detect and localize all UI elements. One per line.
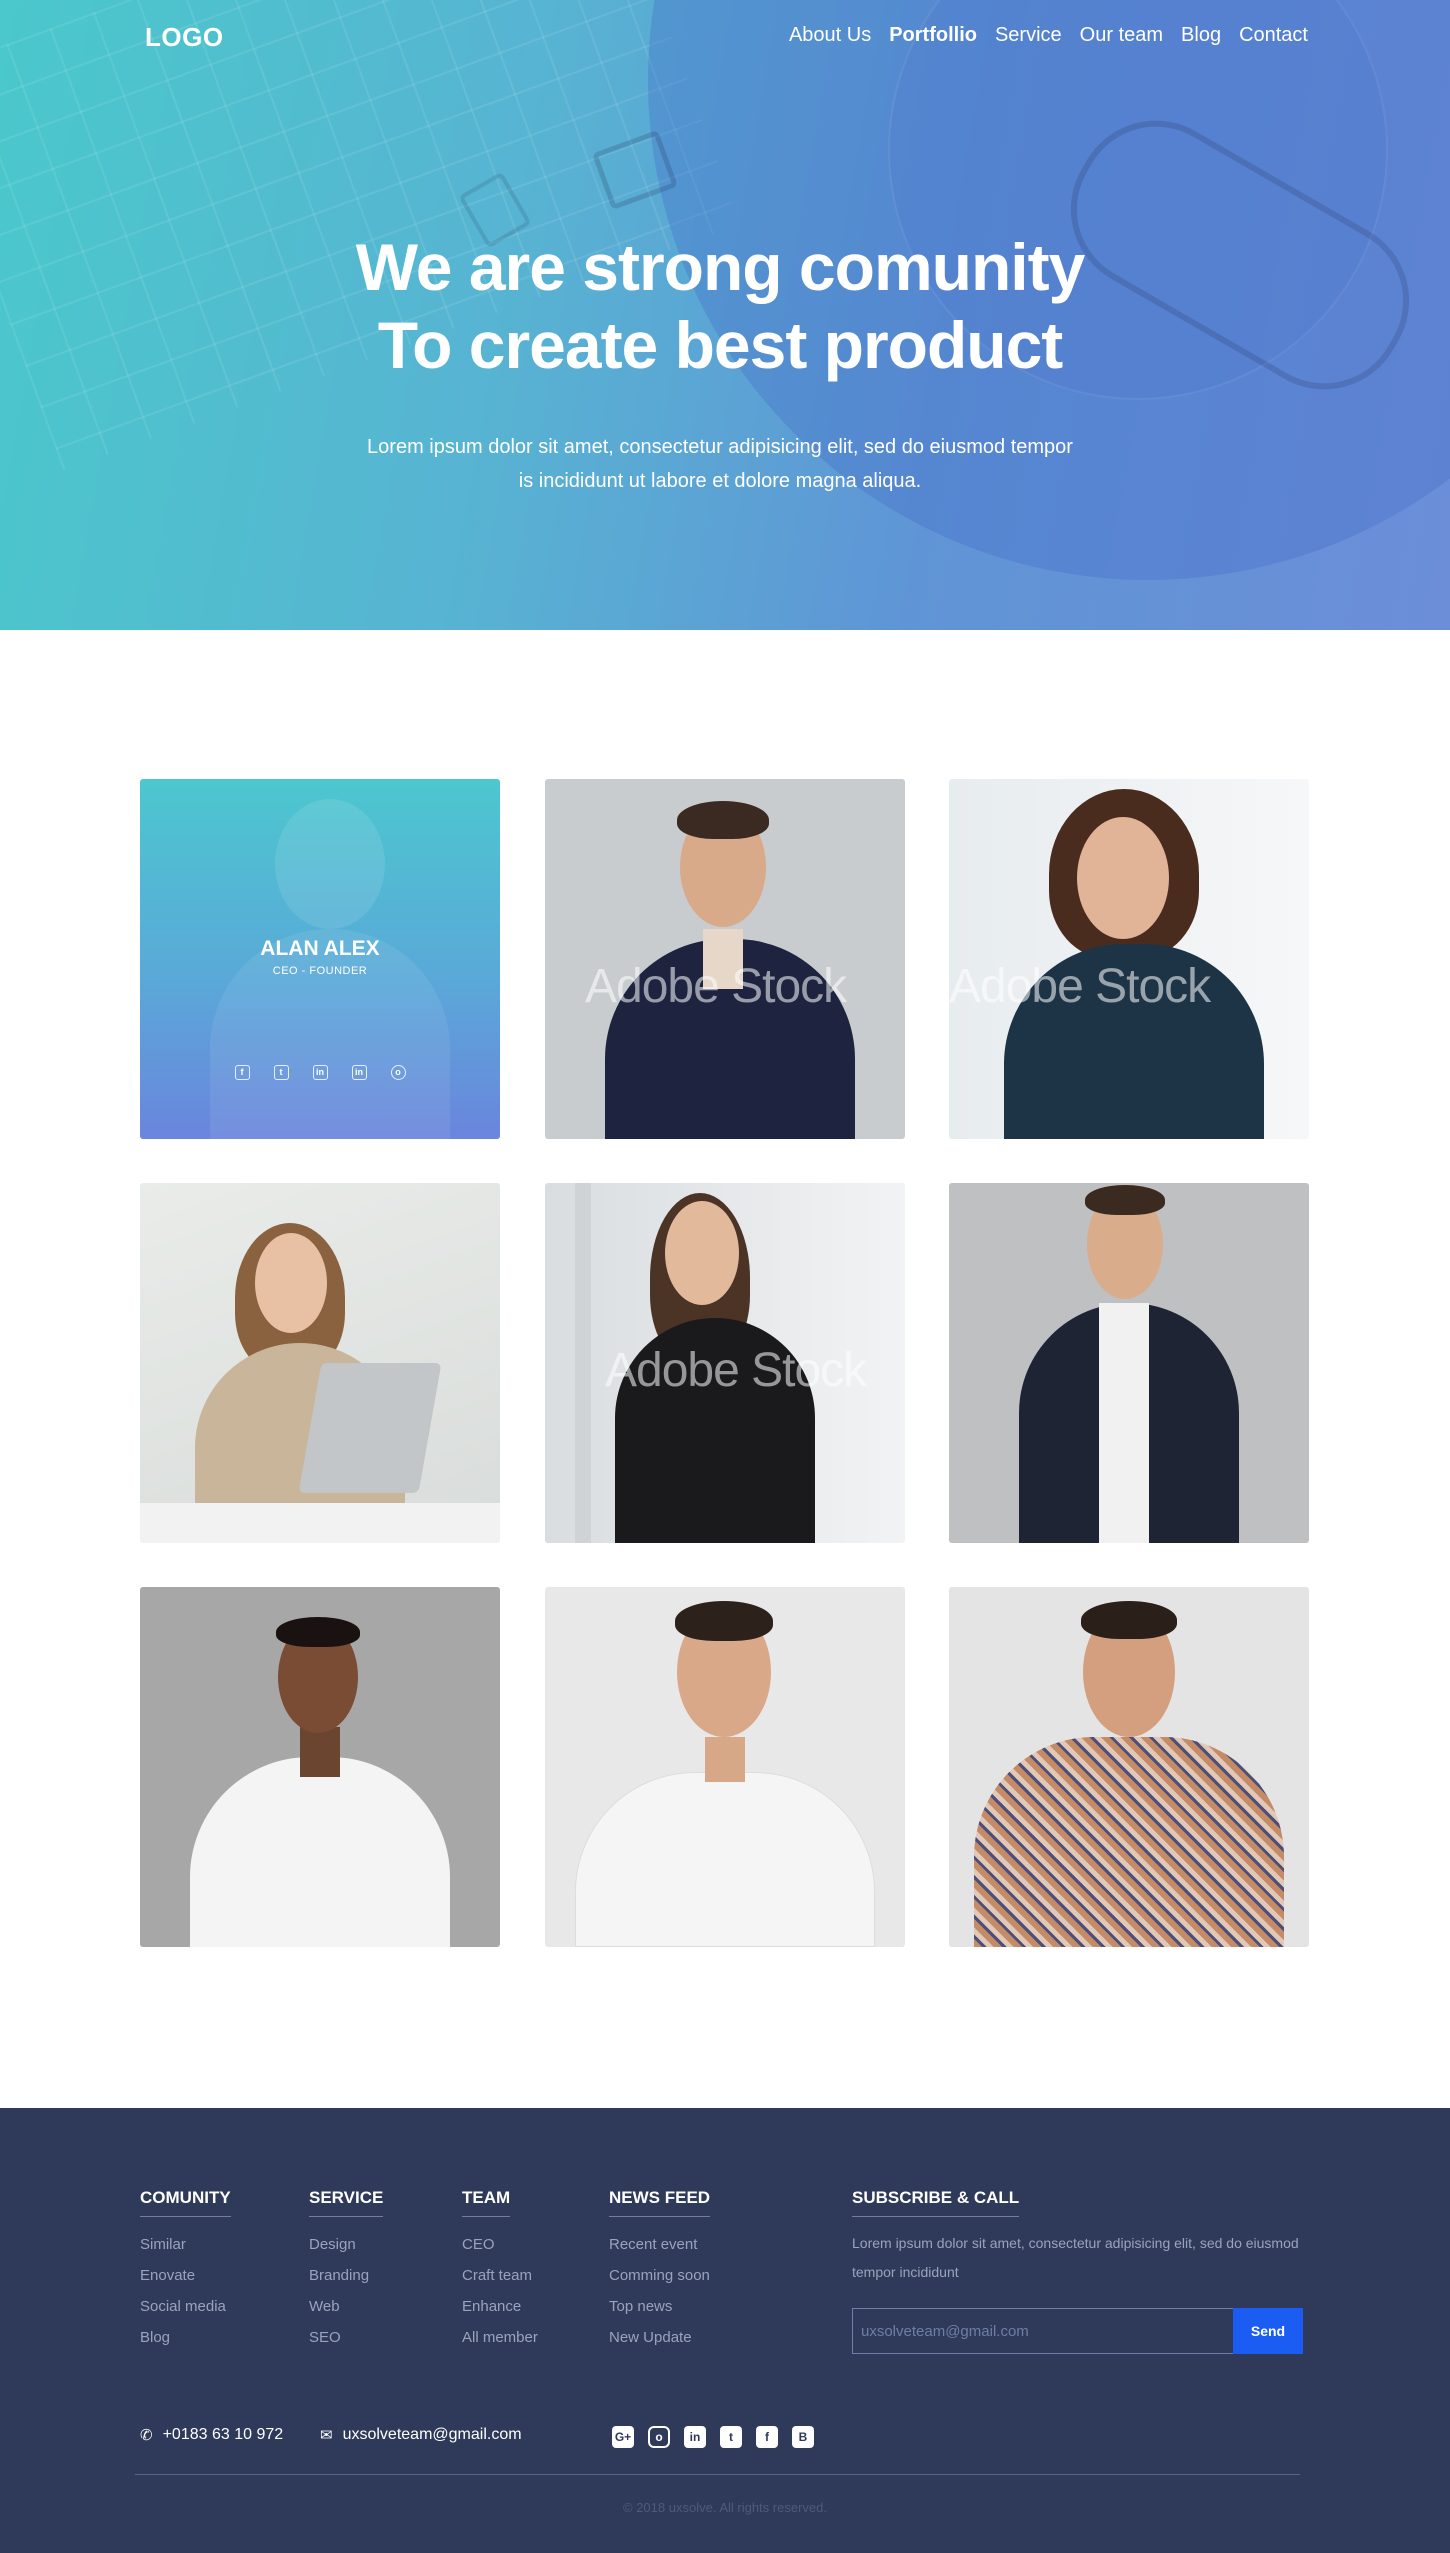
footer-link[interactable]: Enovate — [140, 2260, 231, 2291]
nav-item-blog[interactable]: Blog — [1181, 24, 1221, 47]
member-photo-overlay — [275, 799, 385, 929]
footer-col-title: SERVICE — [309, 2188, 384, 2217]
phone-icon: ✆ — [140, 2427, 153, 2444]
stock-watermark: Adobe Stock — [605, 1344, 867, 1397]
footer-divider — [135, 2474, 1300, 2475]
instagram-icon[interactable]: o — [648, 2426, 670, 2448]
footer-col-title: SUBSCRIBE & CALL — [852, 2188, 1020, 2217]
member-role: CEO - FOUNDER — [272, 965, 368, 977]
team-card[interactable]: Adobe Stock — [545, 779, 905, 1139]
member-photo — [545, 1587, 905, 1947]
footer-col-title: COMUNITY — [140, 2188, 231, 2217]
twitter-icon[interactable]: t — [720, 2426, 742, 2448]
team-card[interactable] — [545, 1587, 905, 1947]
copyright: © 2018 uxsolve. All rights reserved. — [623, 2500, 827, 2515]
footer-link[interactable]: Design — [309, 2229, 383, 2260]
contact-email[interactable]: ✉ uxsolveteam@gmail.com — [320, 2426, 522, 2444]
team-card[interactable] — [949, 1183, 1309, 1543]
nav-item-service[interactable]: Service — [995, 24, 1062, 47]
facebook-icon[interactable]: f — [756, 2426, 778, 2448]
footer-link[interactable]: CEO — [462, 2229, 538, 2260]
hero-title-line1: We are strong comunity — [355, 230, 1086, 304]
member-photo — [949, 1587, 1309, 1947]
hero-title: We are strong comunity To create best pr… — [200, 228, 1240, 384]
subscribe-form: Send — [852, 2308, 1303, 2354]
footer-col-comunity: COMUNITY Similar Enovate Social media Bl… — [140, 2188, 231, 2353]
footer: COMUNITY Similar Enovate Social media Bl… — [0, 2108, 1450, 2553]
main-nav: About Us Portfollio Service Our team Blo… — [789, 24, 1308, 47]
team-card[interactable] — [140, 1587, 500, 1947]
instagram-icon[interactable]: o — [390, 1065, 406, 1080]
team-card[interactable]: Adobe Stock — [949, 779, 1309, 1139]
member-photo — [949, 1183, 1309, 1543]
stock-watermark: Adobe Stock — [949, 960, 1211, 1013]
subscribe-text: Lorem ipsum dolor sit amet, consectetur … — [852, 2235, 1299, 2280]
footer-socials: G+ o in t f B — [612, 2426, 814, 2448]
hero-subtitle-line1: Lorem ipsum dolor sit amet, consectetur … — [367, 436, 1073, 458]
footer-link[interactable]: Blog — [140, 2322, 231, 2353]
google-plus-icon[interactable]: G+ — [612, 2426, 634, 2448]
hero-title-line2: To create best product — [377, 308, 1064, 382]
member-photo — [140, 1183, 500, 1543]
footer-link[interactable]: Enhance — [462, 2291, 538, 2322]
hero-subtitle: Lorem ipsum dolor sit amet, consectetur … — [310, 430, 1130, 498]
hero-subtitle-line2: is incididunt ut labore et dolore magna … — [518, 470, 922, 492]
facebook-icon[interactable]: f — [234, 1065, 250, 1080]
linkedin-icon[interactable]: in — [684, 2426, 706, 2448]
footer-link[interactable]: New Update — [609, 2322, 710, 2353]
blogger-icon[interactable]: B — [792, 2426, 814, 2448]
logo[interactable]: LOGO — [145, 22, 224, 53]
mail-icon: ✉ — [320, 2427, 333, 2444]
footer-col-subscribe: SUBSCRIBE & CALL Lorem ipsum dolor sit a… — [852, 2188, 1302, 2287]
footer-link[interactable]: SEO — [309, 2322, 383, 2353]
email-input[interactable] — [852, 2308, 1233, 2354]
team-card[interactable] — [140, 1183, 500, 1543]
hero-section: LOGO About Us Portfollio Service Our tea… — [0, 0, 1450, 630]
footer-link[interactable]: Craft team — [462, 2260, 538, 2291]
team-card-featured[interactable]: ALAN ALEX CEO - FOUNDER f t in in o — [140, 779, 500, 1139]
footer-link[interactable]: Recent event — [609, 2229, 710, 2260]
linkedin-icon[interactable]: in — [312, 1065, 328, 1080]
phone-number: +0183 63 10 972 — [162, 2426, 284, 2443]
footer-col-service: SERVICE Design Branding Web SEO — [309, 2188, 384, 2353]
footer-link[interactable]: Social media — [140, 2291, 231, 2322]
footer-link[interactable]: Top news — [609, 2291, 710, 2322]
footer-link[interactable]: Comming soon — [609, 2260, 710, 2291]
linkedin-square-icon[interactable]: in — [351, 1065, 367, 1080]
member-name: ALAN ALEX — [260, 937, 380, 960]
contact-phone[interactable]: ✆ +0183 63 10 972 — [140, 2426, 283, 2444]
footer-link[interactable]: Branding — [309, 2260, 383, 2291]
footer-col-team: TEAM CEO Craft team Enhance All member — [462, 2188, 538, 2353]
footer-link[interactable]: Similar — [140, 2229, 231, 2260]
stock-watermark: Adobe Stock — [585, 960, 847, 1013]
twitter-icon[interactable]: t — [273, 1065, 289, 1080]
send-button[interactable]: Send — [1233, 2308, 1303, 2354]
footer-col-news-feed: NEWS FEED Recent event Comming soon Top … — [609, 2188, 711, 2353]
footer-link[interactable]: Web — [309, 2291, 383, 2322]
nav-item-our-team[interactable]: Our team — [1080, 24, 1163, 47]
footer-link[interactable]: All member — [462, 2322, 538, 2353]
email-address: uxsolveteam@gmail.com — [342, 2426, 522, 2443]
footer-col-title: NEWS FEED — [609, 2188, 711, 2217]
member-socials: f t in in o — [140, 1065, 500, 1080]
team-card[interactable]: Adobe Stock — [545, 1183, 905, 1543]
nav-item-portfolio[interactable]: Portfollio — [889, 24, 977, 47]
member-photo — [140, 1587, 500, 1947]
nav-item-contact[interactable]: Contact — [1239, 24, 1308, 47]
team-card[interactable] — [949, 1587, 1309, 1947]
footer-col-title: TEAM — [462, 2188, 511, 2217]
nav-item-about-us[interactable]: About Us — [789, 24, 871, 47]
